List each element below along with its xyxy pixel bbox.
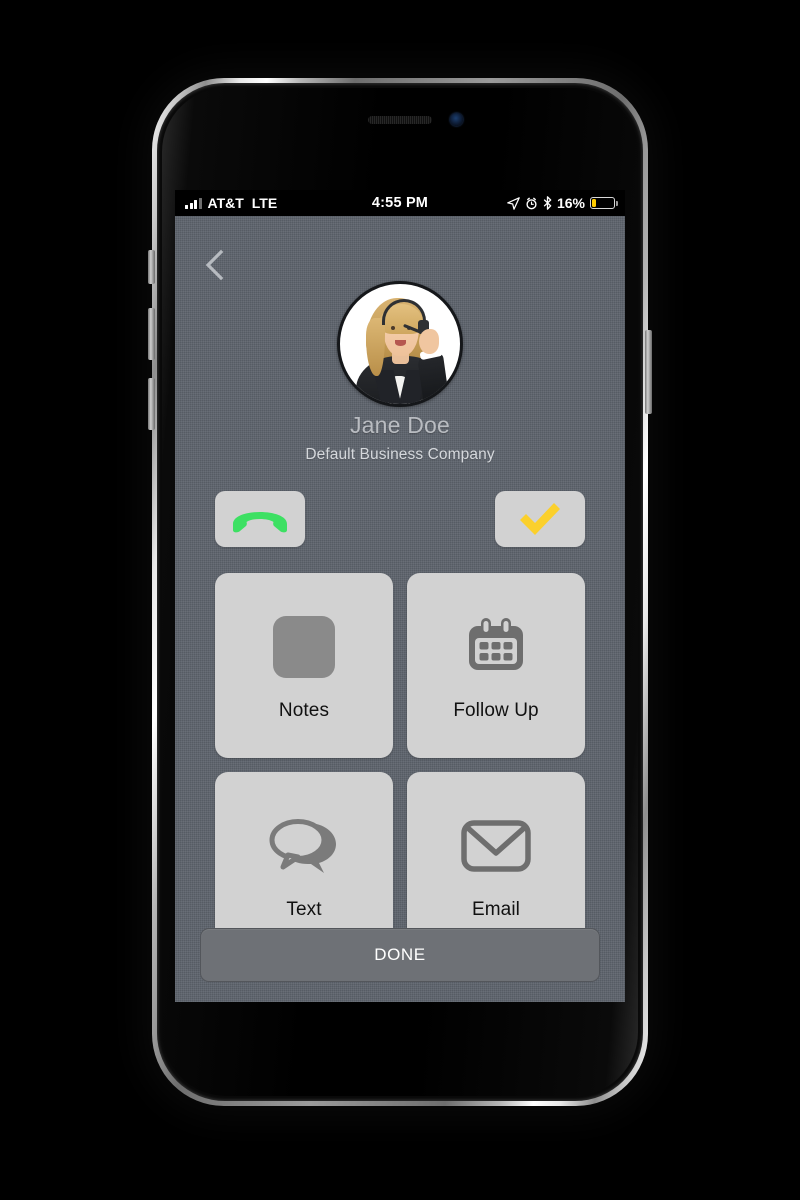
status-bar-right: 16% xyxy=(507,195,618,211)
action-tiles-grid: Notes Follow Up Text Email xyxy=(215,573,585,957)
tile-notes-label: Notes xyxy=(278,699,330,721)
power-button[interactable] xyxy=(645,330,652,414)
network-mode-label: LTE xyxy=(251,195,278,211)
chevron-left-icon xyxy=(205,249,224,281)
avatar-container xyxy=(175,281,625,407)
mute-switch[interactable] xyxy=(148,250,155,284)
accept-button[interactable] xyxy=(495,491,585,547)
location-arrow-icon xyxy=(507,196,520,210)
battery-icon xyxy=(590,197,618,209)
front-camera-icon xyxy=(450,113,463,126)
notes-icon xyxy=(273,610,335,684)
avatar[interactable] xyxy=(337,281,463,407)
contact-company: Default Business Company xyxy=(305,446,495,463)
calendar-icon xyxy=(463,610,529,684)
screenshot-stage: AT&T LTE 4:55 PM 16% Jane Doe Default Bu… xyxy=(0,0,800,1200)
status-bar-left: AT&T LTE xyxy=(185,195,277,211)
volume-up-button[interactable] xyxy=(148,308,155,360)
hangup-button[interactable] xyxy=(215,491,305,547)
envelope-icon xyxy=(460,809,532,883)
volume-down-button[interactable] xyxy=(148,378,155,430)
signal-bars-icon xyxy=(185,197,202,209)
tile-notes[interactable]: Notes xyxy=(215,573,393,758)
back-button[interactable] xyxy=(197,244,233,286)
battery-percent-label: 16% xyxy=(556,195,585,211)
done-button[interactable]: DONE xyxy=(200,928,600,982)
speech-bubbles-icon xyxy=(268,809,340,883)
call-action-row xyxy=(215,491,585,547)
earpiece-speaker xyxy=(368,116,432,124)
contact-name: Jane Doe xyxy=(349,412,451,438)
alarm-clock-icon xyxy=(526,197,537,209)
tile-email-label: Email xyxy=(471,898,520,920)
bluetooth-icon xyxy=(543,196,552,210)
tile-follow-up-label: Follow Up xyxy=(453,699,539,721)
status-bar: AT&T LTE 4:55 PM 16% xyxy=(175,190,625,216)
checkmark-icon xyxy=(520,503,560,535)
phone-screen: AT&T LTE 4:55 PM 16% Jane Doe Default Bu… xyxy=(175,190,625,1002)
tile-follow-up[interactable]: Follow Up xyxy=(407,573,585,758)
carrier-label: AT&T xyxy=(207,195,244,211)
call-summary-screen: Jane Doe Default Business Company Notes … xyxy=(175,216,625,1002)
phone-handset-icon xyxy=(233,512,287,533)
tile-text-label: Text xyxy=(286,898,322,920)
